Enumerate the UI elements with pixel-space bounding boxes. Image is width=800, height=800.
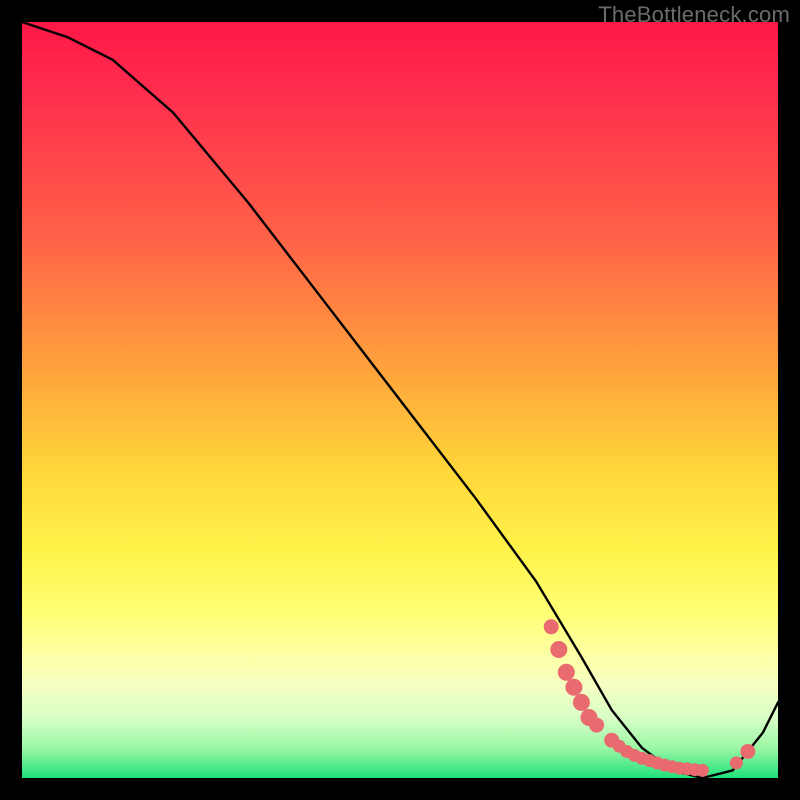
watermark-label: TheBottleneck.com (598, 2, 790, 28)
chart-container: TheBottleneck.com (0, 0, 800, 800)
gradient-background (22, 22, 778, 778)
